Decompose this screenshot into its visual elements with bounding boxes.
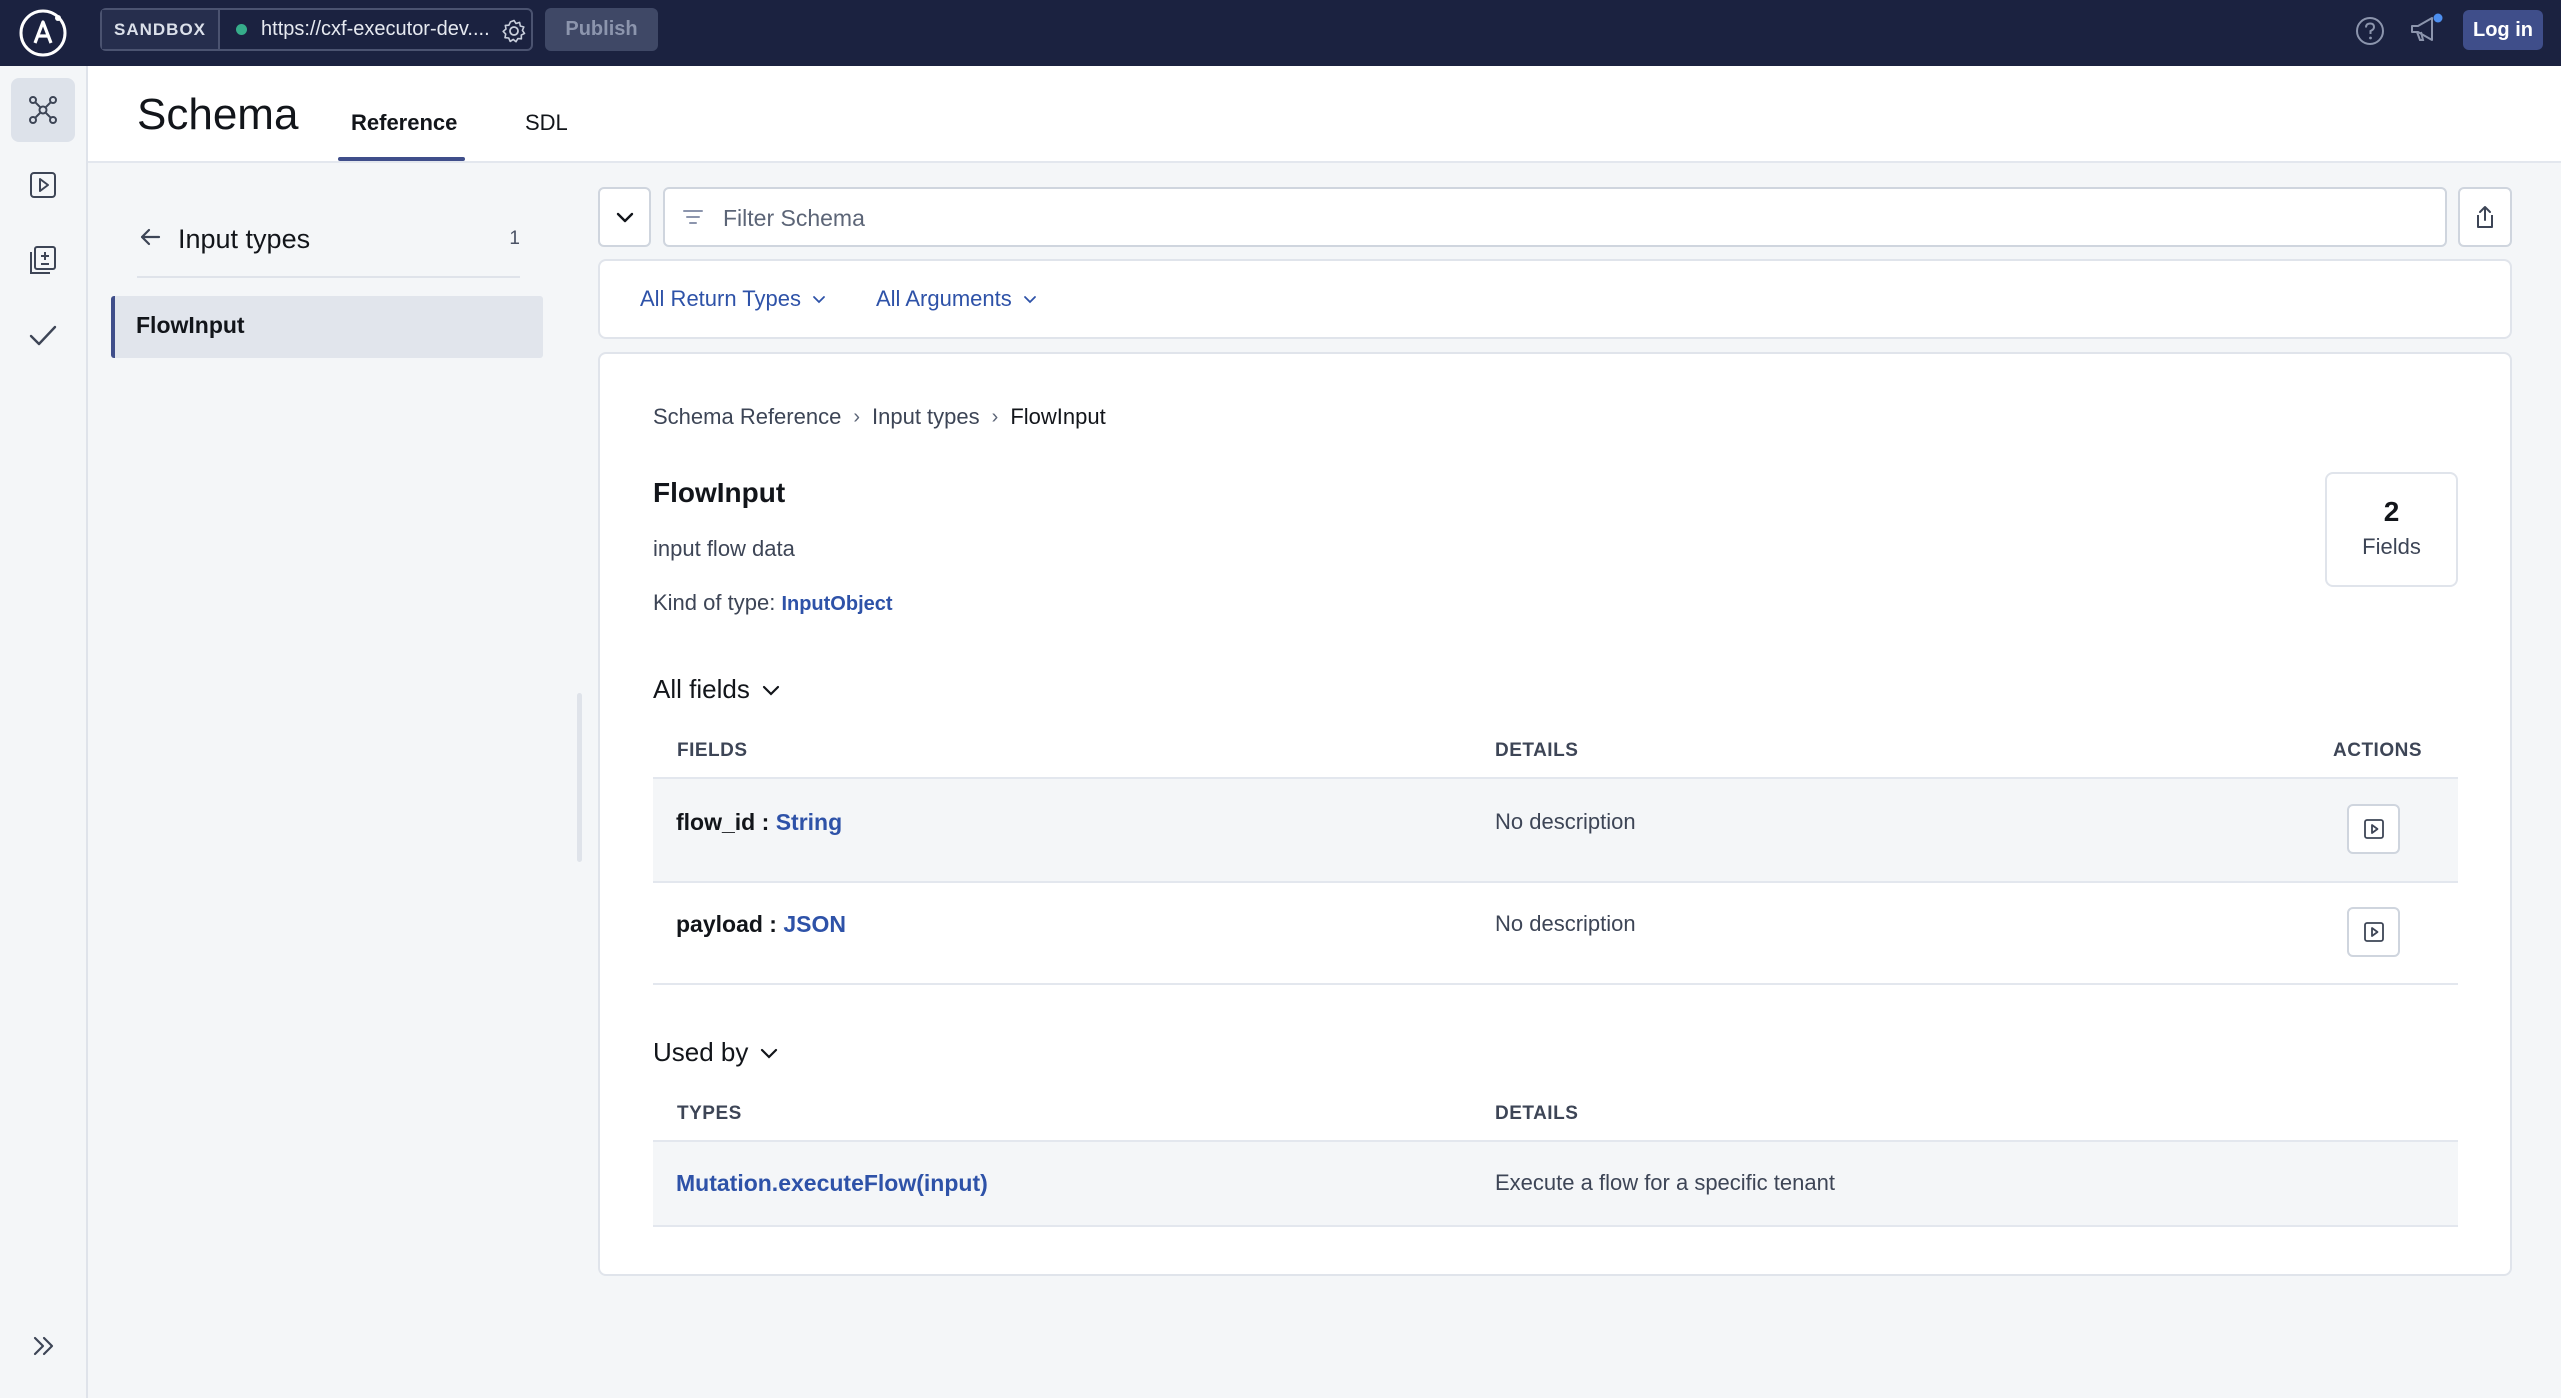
list-item-label: FlowInput: [136, 312, 245, 338]
share-icon: [2477, 206, 2493, 228]
nav-rail: [0, 66, 88, 1398]
field-cell: flow_id : String: [676, 809, 842, 836]
type-description: input flow data: [653, 536, 795, 561]
rail-item-checks[interactable]: [11, 303, 75, 367]
chevron-down-icon: [761, 1048, 778, 1059]
column-header-types: TYPES: [677, 1103, 742, 1124]
chevron-down-icon: [813, 296, 825, 304]
type-name: FlowInput: [653, 477, 786, 508]
type-list-count: 1: [509, 228, 520, 249]
play-icon: [2363, 819, 2384, 839]
help-icon[interactable]: [2354, 15, 2386, 47]
return-types-label: All Return Types: [640, 286, 802, 311]
changelog-icon: [30, 246, 56, 274]
fields-count-label: Fields: [2362, 534, 2421, 559]
top-bar: SANDBOX https://cxf-executor-dev.... Pub…: [0, 0, 2561, 66]
kind-label: Kind of type:: [653, 590, 776, 615]
rail-item-explorer[interactable]: [11, 153, 75, 217]
active-tab-indicator: [338, 157, 465, 161]
login-button[interactable]: Log in: [2463, 10, 2543, 50]
column-header-actions: ACTIONS: [2333, 740, 2422, 761]
endpoint-url[interactable]: https://cxf-executor-dev....: [261, 18, 497, 41]
apollo-logo-icon[interactable]: [18, 8, 68, 58]
column-header-fields: FIELDS: [677, 740, 748, 761]
type-list-header: Input types 1: [137, 218, 520, 278]
tab-reference[interactable]: Reference: [351, 110, 457, 136]
breadcrumb-separator: ›: [853, 405, 860, 428]
sandbox-label: SANDBOX: [102, 10, 221, 49]
field-type-link[interactable]: String: [776, 809, 842, 835]
breadcrumb: Schema Reference › Input types › FlowInp…: [653, 404, 1106, 430]
endpoint-selector[interactable]: SANDBOX https://cxf-executor-dev....: [100, 8, 533, 51]
kind-value-link[interactable]: InputObject: [781, 593, 892, 615]
field-separator: :: [755, 809, 776, 835]
chevron-down-icon: [616, 212, 633, 223]
publish-button[interactable]: Publish: [545, 8, 658, 51]
filter-field[interactable]: [663, 187, 2447, 247]
field-name: flow_id: [676, 809, 756, 835]
rail-item-changelog[interactable]: [11, 228, 75, 292]
table-row: Mutation.executeFlow(input) Execute a fl…: [653, 1140, 2458, 1227]
fields-count: 2: [2383, 496, 2400, 527]
field-cell: payload : JSON: [676, 911, 846, 938]
arguments-dropdown[interactable]: All Arguments: [876, 286, 1038, 312]
breadcrumb-schema-reference[interactable]: Schema Reference: [653, 404, 841, 430]
table-row: payload : JSON No description: [653, 881, 2458, 985]
run-in-explorer-button[interactable]: [2347, 804, 2400, 854]
all-fields-title: All fields: [653, 674, 750, 704]
column-header-details: DETAILS: [1495, 740, 1579, 761]
filter-icon: [683, 210, 703, 224]
field-name: payload: [676, 911, 763, 937]
play-icon: [2363, 922, 2384, 942]
all-fields-toggle[interactable]: All fields: [653, 674, 782, 705]
double-chevron-right-icon[interactable]: [28, 1330, 60, 1362]
explorer-icon: [30, 172, 56, 198]
breadcrumb-current: FlowInput: [1010, 404, 1106, 429]
arguments-label: All Arguments: [876, 286, 1012, 311]
used-by-type-link[interactable]: Mutation.executeFlow(input): [676, 1170, 988, 1197]
schema-icon: [29, 96, 57, 124]
field-details: No description: [1495, 911, 1636, 936]
breadcrumb-input-types[interactable]: Input types: [872, 404, 980, 430]
table-row: flow_id : String No description: [653, 777, 2458, 881]
run-in-explorer-button[interactable]: [2347, 907, 2400, 957]
field-details: No description: [1495, 809, 1636, 834]
rail-item-schema[interactable]: [11, 78, 75, 142]
table-divider: [653, 983, 2458, 985]
type-list-title: Input types: [178, 224, 311, 254]
filter-dropdown-bar: All Return Types All Arguments: [598, 259, 2512, 339]
connection-status-icon: [236, 24, 248, 35]
field-separator: :: [762, 911, 784, 937]
page-title: Schema: [137, 90, 299, 139]
used-by-details: Execute a flow for a specific tenant: [1495, 1170, 1835, 1195]
filter-schema-input[interactable]: [723, 199, 2423, 237]
fields-count-box: 2 Fields: [2325, 472, 2458, 587]
announcement-icon[interactable]: [2408, 12, 2444, 46]
tab-sdl[interactable]: SDL: [525, 110, 568, 136]
used-by-title: Used by: [653, 1037, 749, 1067]
column-header-details: DETAILS: [1495, 1103, 1579, 1124]
collapse-toggle-button[interactable]: [598, 187, 651, 247]
chevron-down-icon: [762, 685, 779, 696]
panel-resize-handle[interactable]: [577, 693, 582, 862]
arrow-left-icon[interactable]: [137, 224, 163, 250]
list-item-flowinput[interactable]: FlowInput: [111, 296, 543, 358]
used-by-toggle[interactable]: Used by: [653, 1037, 780, 1068]
kind-of-type: Kind of type: InputObject: [653, 590, 893, 616]
checks-icon: [29, 325, 57, 346]
gear-icon[interactable]: [501, 18, 527, 44]
chevron-down-icon: [1023, 296, 1036, 304]
share-button[interactable]: [2458, 187, 2512, 247]
page-header: Schema Reference SDL: [88, 66, 2561, 163]
field-type-link[interactable]: JSON: [783, 911, 846, 937]
breadcrumb-separator: ›: [991, 405, 999, 428]
return-types-dropdown[interactable]: All Return Types: [640, 286, 827, 312]
